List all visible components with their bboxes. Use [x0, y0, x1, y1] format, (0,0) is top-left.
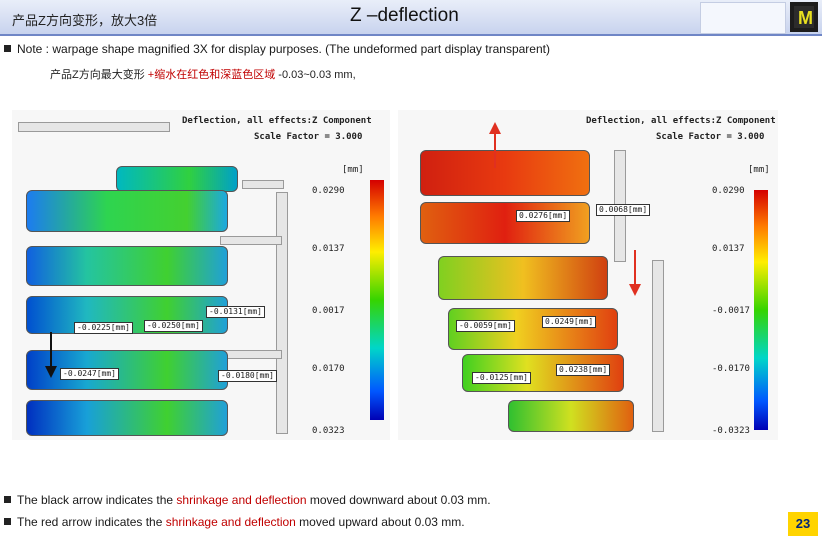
right-unit: [mm] — [748, 165, 770, 175]
red-arrow-down-icon — [629, 250, 641, 296]
right-label-1: 0.0276[mm] — [516, 210, 571, 222]
left-label-2: -0.0225[mm] — [74, 322, 133, 334]
red-bullet-pre: The red arrow indicates the — [17, 515, 166, 529]
left-tick-4: 0.0170 — [312, 364, 345, 374]
left-label-1: -0.0131[mm] — [206, 306, 265, 318]
black-bullet-post: moved downward about 0.03 mm. — [306, 493, 491, 507]
bullet-icon — [4, 496, 11, 503]
runner-branch-2 — [220, 236, 282, 245]
note-text: Note : warpage shape magnified 3X for di… — [17, 42, 550, 56]
left-part-1 — [116, 166, 238, 192]
runner-branch-3 — [220, 350, 282, 359]
runner-top — [18, 122, 170, 132]
page-number: 23 — [788, 512, 818, 536]
right-deflection-panel: Deflection, all effects:Z Component Scal… — [398, 110, 778, 440]
right-panel-title: Deflection, all effects:Z Component — [586, 116, 776, 126]
left-tick-5: 0.0323 — [312, 426, 345, 436]
runner-diagonal-2 — [652, 260, 664, 432]
sub-red-text: +缩水在红色和深蓝色区域 — [147, 69, 276, 81]
right-label-2: 0.0068[mm] — [596, 204, 651, 216]
black-arrow-icon — [45, 332, 57, 378]
red-bullet-red: shrinkage and deflection — [165, 515, 296, 529]
left-part-3 — [26, 246, 228, 286]
left-part-6 — [26, 400, 228, 436]
left-scale-factor: Scale Factor = 3.000 — [254, 132, 363, 142]
right-label-6: 0.0238[mm] — [556, 364, 611, 376]
bullet-icon — [4, 45, 11, 52]
left-tick-3: 0.0017 — [312, 306, 345, 316]
left-label-5: -0.0180[mm] — [218, 370, 277, 382]
right-colorbar — [754, 190, 768, 430]
sub-range: -0.03~0.03 mm, — [275, 69, 356, 81]
slide-title: Z –deflection — [350, 5, 459, 26]
runner-vertical — [276, 192, 288, 434]
right-label-3: -0.0059[mm] — [456, 320, 515, 332]
max-deflection-note: 产品Z方向最大变形 +缩水在红色和深蓝色区域 -0.03~0.03 mm, — [50, 66, 356, 82]
left-label-3: -0.0250[mm] — [144, 320, 203, 332]
right-part-1 — [420, 150, 590, 196]
right-tick-4: -0.0170 — [712, 364, 750, 374]
note-bullet: Note : warpage shape magnified 3X for di… — [4, 42, 550, 56]
right-tick-3: -0.0017 — [712, 306, 750, 316]
left-deflection-panel: Deflection, all effects:Z Component Scal… — [12, 110, 390, 440]
red-bullet-post: moved upward about 0.03 mm. — [295, 515, 465, 529]
black-bullet-pre: The black arrow indicates the — [17, 493, 177, 507]
right-label-5: -0.0125[mm] — [472, 372, 531, 384]
left-panel-title: Deflection, all effects:Z Component — [182, 116, 372, 126]
black-arrow-bullet: The black arrow indicates the shrinkage … — [4, 493, 491, 507]
left-unit: [mm] — [342, 165, 364, 175]
right-tick-1: 0.0290 — [712, 186, 745, 196]
right-part-6 — [508, 400, 634, 432]
left-part-2 — [26, 190, 228, 232]
right-tick-5: -0.0323 — [712, 426, 750, 436]
red-arrow-bullet: The red arrow indicates the shrinkage an… — [4, 515, 465, 529]
svg-text:M: M — [798, 8, 813, 28]
logo-icon: M — [790, 2, 818, 32]
sub-text: 产品Z方向最大变形 — [50, 69, 148, 81]
right-label-4: 0.0249[mm] — [542, 316, 597, 328]
right-part-3 — [438, 256, 608, 300]
right-tick-2: 0.0137 — [712, 244, 745, 254]
right-scale-factor: Scale Factor = 3.000 — [656, 132, 765, 142]
black-bullet-red: shrinkage and deflection — [176, 493, 307, 507]
header-chinese-title: 产品Z方向变形，放大3倍 — [12, 13, 158, 28]
runner-branch-1 — [242, 180, 284, 189]
left-label-4: -0.0247[mm] — [60, 368, 119, 380]
left-colorbar — [370, 180, 384, 420]
left-tick-2: 0.0137 — [312, 244, 345, 254]
right-part-2 — [420, 202, 590, 244]
left-tick-1: 0.0290 — [312, 186, 345, 196]
slide-header: 产品Z方向变形，放大3倍 Z –deflection M — [0, 0, 822, 36]
header-thumbnail-image — [700, 2, 786, 34]
red-arrow-up-icon — [489, 122, 501, 168]
bullet-icon — [4, 518, 11, 525]
